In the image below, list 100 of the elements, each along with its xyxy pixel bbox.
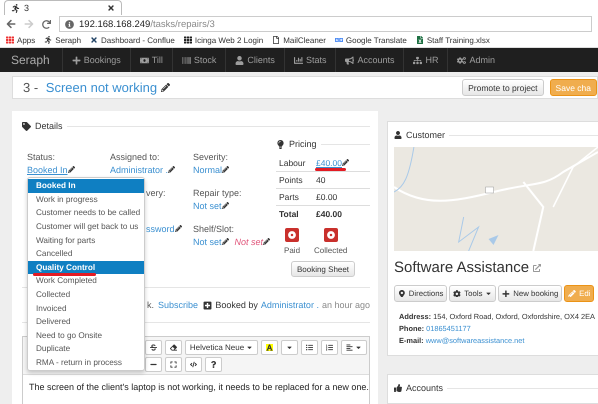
align-left-icon (346, 344, 354, 351)
pencil-icon[interactable] (222, 202, 229, 209)
caret-button[interactable] (281, 340, 298, 355)
menu-item[interactable]: Customer needs to be called (28, 206, 144, 220)
code-icon (190, 361, 197, 368)
field-value-link[interactable]: Not set (234, 237, 264, 247)
back-icon[interactable] (6, 19, 16, 30)
bookmark[interactable]: Icinga Web 2 Login (194, 36, 264, 45)
bullet-list-button[interactable] (301, 340, 318, 355)
strikethrough-icon (150, 344, 157, 351)
nav-item[interactable]: Admin (469, 55, 495, 66)
bookmark[interactable]: Seraph (55, 36, 82, 45)
annotation-underline (33, 273, 96, 276)
nav-item[interactable]: Bookings (84, 55, 121, 66)
pencil-icon[interactable] (342, 159, 349, 166)
lightbulb-icon (276, 140, 285, 148)
menu-item[interactable]: Collected (28, 288, 144, 302)
sitemap-icon (413, 56, 422, 65)
user-icon (235, 56, 244, 65)
address-field[interactable]: 192.168.168.249/tasks/repairs/3 (59, 16, 592, 32)
pencil-icon[interactable] (168, 166, 176, 173)
letter-highlight-icon (266, 344, 274, 351)
gear-icon (453, 290, 462, 298)
price-label: Points (279, 175, 304, 185)
browser-tab[interactable]: 3 (4, 0, 122, 16)
menu-item[interactable]: Quality Control (28, 260, 144, 274)
bookmark[interactable]: MailCleaner (283, 36, 326, 45)
header-button[interactable]: Promote to project (462, 79, 544, 96)
grid-icon (6, 36, 14, 44)
menu-item[interactable]: Work Completed (28, 274, 144, 288)
bookmark[interactable]: Dashboard - Conflue (101, 36, 175, 45)
menu-item[interactable]: Need to go Onsite (28, 328, 144, 342)
booking-sheet-button[interactable]: Booking Sheet (290, 261, 356, 277)
external-link-icon[interactable] (533, 264, 542, 272)
subscribe-link[interactable]: Subscribe (158, 300, 198, 310)
menu-item[interactable]: Invoiced (28, 301, 144, 315)
font-dropdown[interactable]: Helvetica Neue (184, 340, 258, 355)
megaphone-icon (345, 56, 354, 65)
panel-heading: Customer (406, 130, 446, 140)
nav-item[interactable]: Till (152, 55, 163, 66)
strikethrough-button[interactable] (145, 340, 162, 355)
code-button[interactable] (185, 357, 202, 372)
highlight-button[interactable] (261, 340, 278, 355)
caret-icon (355, 344, 362, 351)
bookmark[interactable]: Google Translate (346, 36, 407, 45)
pencil-icon[interactable] (263, 238, 270, 245)
field-value-link[interactable]: Administrator . (110, 165, 168, 175)
nav-item[interactable]: Stats (306, 55, 326, 66)
menu-item[interactable]: Booked In (28, 179, 144, 193)
align-button[interactable] (341, 340, 367, 355)
price-value: £40.00 (316, 209, 342, 219)
field-label: Shelf/Slot: (193, 224, 236, 234)
grid-icon (184, 36, 192, 44)
field-value-link[interactable]: Normal (193, 165, 222, 175)
bookmark[interactable]: Apps (17, 36, 36, 45)
pencil-icon[interactable] (222, 238, 229, 245)
eraser-button[interactable] (164, 340, 182, 355)
field-value-link[interactable]: Not set (193, 237, 222, 247)
price-value[interactable]: £40.00 (316, 158, 342, 168)
question-icon (210, 361, 217, 368)
status-toggle[interactable] (324, 228, 338, 242)
field-label: very: (146, 188, 167, 198)
brand-logo[interactable]: Seraph (0, 48, 62, 72)
close-icon[interactable] (107, 4, 115, 12)
status-toggle[interactable] (285, 228, 299, 242)
user-link[interactable]: Administrator . (260, 300, 319, 310)
toggle-label: Collected (314, 246, 348, 255)
field-value-link[interactable]: Booked In (27, 165, 68, 175)
map-pin-icon (398, 290, 406, 298)
pencil-icon[interactable] (68, 166, 75, 173)
menu-item[interactable]: Delivered (28, 314, 144, 329)
nav-item[interactable]: Clients (247, 55, 275, 66)
menu-item[interactable]: Cancelled (28, 246, 144, 261)
caret-icon (485, 290, 492, 297)
field-value-link[interactable]: ssword (146, 224, 175, 234)
field-label: Repair type: (193, 188, 243, 198)
pencil-icon[interactable] (161, 83, 170, 92)
pencil-icon[interactable] (222, 166, 230, 173)
numbered-list-button[interactable] (321, 340, 338, 355)
document-icon (272, 36, 280, 44)
editor-text[interactable]: The screen of the client's laptop is not working, it needs to be replaced for a new one. (23, 375, 369, 393)
menu-item[interactable]: Customer will get back to us (28, 220, 144, 234)
bullet-list-icon (306, 344, 314, 351)
field-value-link[interactable]: Not set (193, 201, 222, 211)
nav-item[interactable]: Stock (194, 55, 216, 66)
menu-item[interactable]: Work in progress (28, 192, 144, 206)
pencil-icon[interactable] (174, 225, 182, 232)
bookmark[interactable]: Staff Training.xlsx (426, 36, 490, 45)
help-button[interactable] (205, 357, 222, 372)
minus-icon (150, 361, 157, 368)
menu-item[interactable]: RMA - return in process (28, 356, 144, 370)
gears-icon (457, 56, 466, 65)
rule-button[interactable] (145, 357, 162, 372)
reload-icon[interactable] (42, 20, 51, 29)
fullscreen-button[interactable] (165, 357, 182, 372)
menu-item[interactable]: Waiting for parts (28, 233, 144, 247)
nav-item[interactable]: Accounts (357, 55, 394, 66)
customer-name: Software Assistance (394, 259, 530, 276)
nav-item[interactable]: HR (425, 55, 438, 66)
menu-item[interactable]: Duplicate (28, 342, 144, 356)
